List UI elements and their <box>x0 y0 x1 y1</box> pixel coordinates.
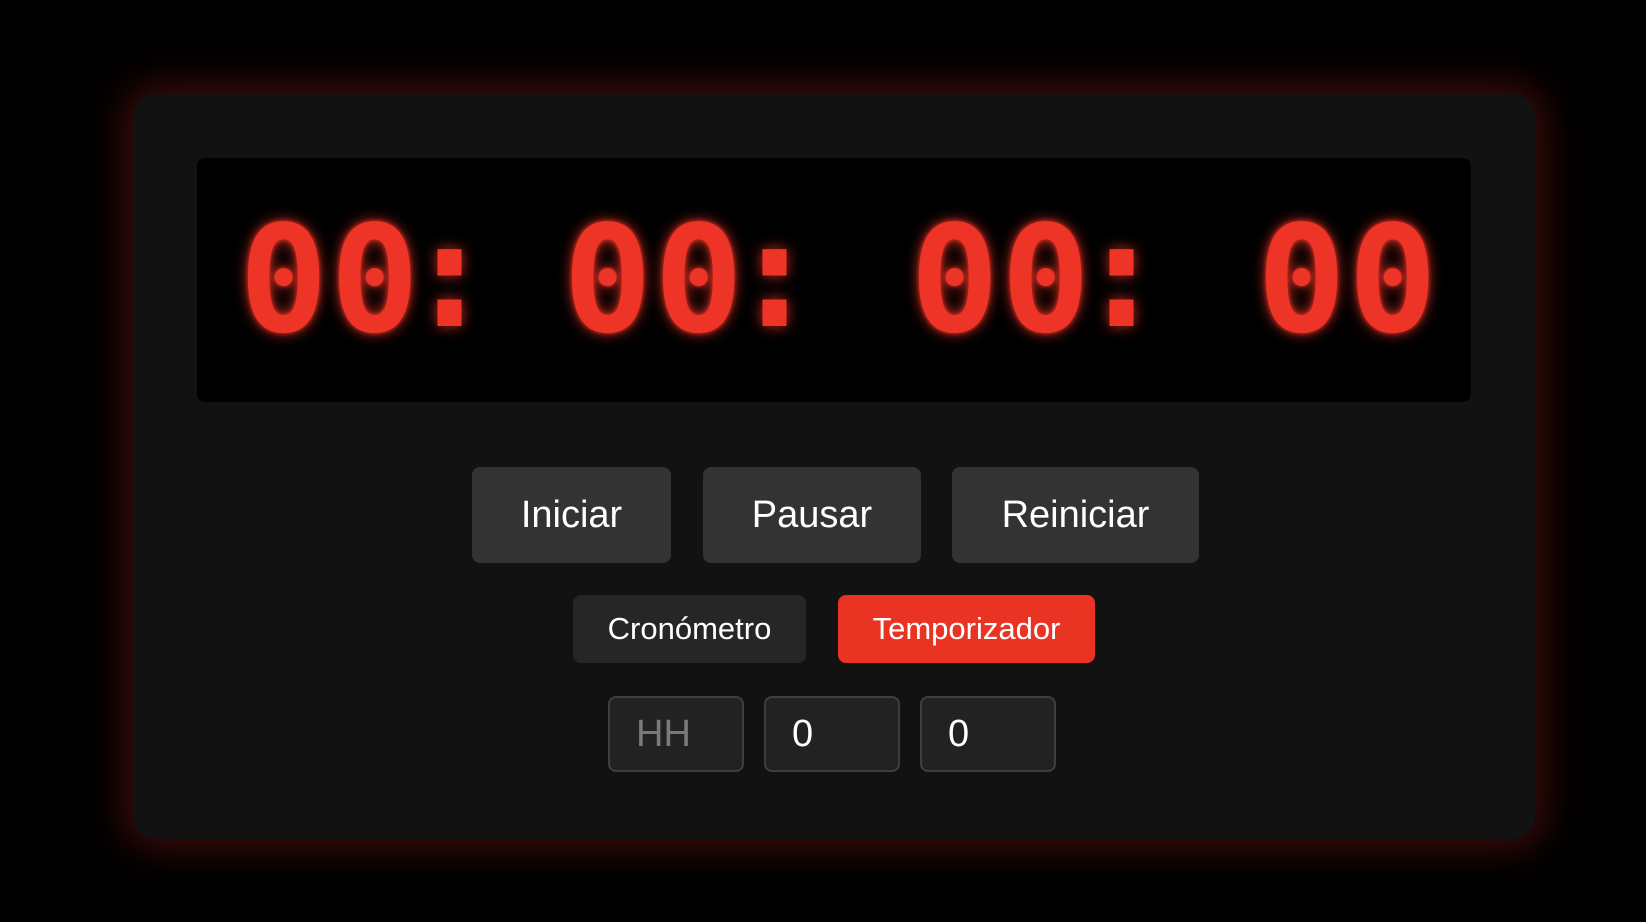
seconds-digits: 00 <box>910 194 1093 366</box>
hours-minutes-separator: : <box>405 189 495 361</box>
pause-button[interactable]: Pausar <box>703 467 921 563</box>
reset-button[interactable]: Reiniciar <box>952 467 1199 563</box>
timer-panel: 00 : 00 : 00 : 00 Iniciar Pausar Reinici… <box>133 94 1535 839</box>
hours-digits: 00 <box>239 194 422 366</box>
start-button[interactable]: Iniciar <box>472 467 671 563</box>
minutes-input[interactable] <box>764 696 900 772</box>
seconds-centiseconds-separator: : <box>1077 189 1167 361</box>
time-display: 00 : 00 : 00 : 00 <box>197 158 1471 402</box>
minutes-seconds-separator: : <box>730 189 820 361</box>
hours-input[interactable] <box>608 696 744 772</box>
centiseconds-digits: 00 <box>1257 194 1440 366</box>
stopwatch-mode-button[interactable]: Cronómetro <box>573 595 806 663</box>
minutes-digits: 00 <box>563 194 746 366</box>
seconds-input[interactable] <box>920 696 1056 772</box>
timer-mode-button[interactable]: Temporizador <box>838 595 1095 663</box>
